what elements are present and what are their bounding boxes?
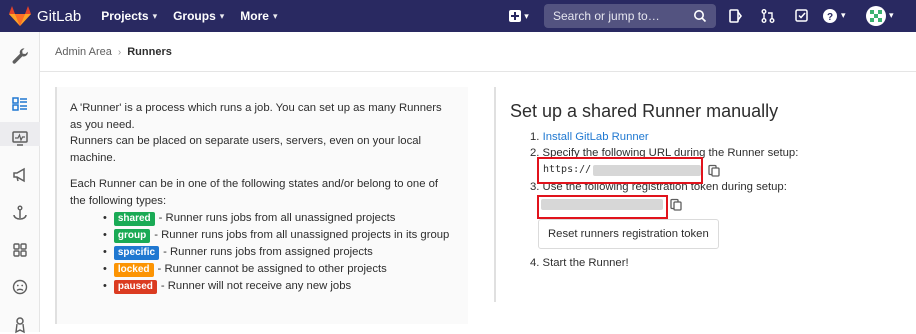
overview-icon[interactable]	[11, 95, 29, 113]
messages-icon[interactable]	[11, 166, 29, 184]
step-1-number: 1.	[530, 131, 540, 143]
list-item: locked - Runner cannot be assigned to ot…	[103, 261, 454, 278]
breadcrumb-runners[interactable]: Runners	[127, 46, 172, 58]
top-navbar: GitLab Projects ▾ Groups ▾ More ▾ ▾ Sear…	[0, 0, 916, 32]
step-1: 1. Install GitLab Runner	[530, 129, 904, 145]
chevron-down-icon: ▾	[889, 10, 894, 20]
reset-registration-token-button[interactable]: Reset runners registration token	[538, 219, 719, 249]
locked-badge: locked	[113, 262, 154, 277]
paused-badge: paused	[113, 279, 157, 294]
more-label: More	[240, 9, 269, 23]
step-4: 4. Start the Runner!	[530, 257, 629, 269]
monitoring-icon[interactable]	[11, 129, 29, 147]
chevron-down-icon: ▾	[841, 10, 846, 20]
intro-text-2: Runners can be placed on separate users,…	[70, 135, 422, 164]
list-item: shared - Runner runs jobs from all unass…	[103, 210, 454, 227]
search-input[interactable]: Search or jump to…	[544, 4, 716, 28]
new-menu[interactable]: ▾	[504, 0, 534, 32]
list-item: group - Runner runs jobs from all unassi…	[103, 227, 454, 244]
copy-url-icon[interactable]	[708, 164, 720, 177]
install-runner-link[interactable]: Install GitLab Runner	[543, 131, 649, 143]
chevron-down-icon: ▾	[152, 10, 158, 21]
search-icon	[694, 10, 707, 23]
group-badge: group	[113, 228, 151, 243]
groups-menu[interactable]: Groups ▾	[173, 9, 224, 23]
projects-label: Projects	[101, 9, 149, 23]
breadcrumb-divider	[40, 71, 916, 72]
specific-badge: specific	[113, 245, 160, 260]
copy-token-icon[interactable]	[670, 198, 682, 211]
breadcrumb: Admin Area › Runners	[55, 46, 172, 58]
chevron-down-icon: ▾	[219, 10, 225, 21]
token-highlight-box	[537, 195, 668, 219]
intro-text-1: A 'Runner' is a process which runs a job…	[70, 102, 442, 131]
chevron-down-icon: ▾	[272, 10, 278, 21]
identicon-icon	[870, 10, 882, 22]
list-item: specific - Runner runs jobs from assigne…	[103, 244, 454, 261]
url-highlight-box	[537, 157, 703, 184]
state-description: - Runner will not receive any new jobs	[160, 280, 352, 293]
list-item: paused - Runner will not receive any new…	[103, 278, 454, 295]
projects-menu[interactable]: Projects ▾	[101, 9, 157, 23]
brand-name: GitLab	[37, 7, 82, 25]
state-description: - Runner runs jobs from assigned project…	[163, 246, 373, 259]
merge-request-icon[interactable]	[760, 8, 776, 24]
more-menu[interactable]: More ▾	[240, 9, 277, 23]
state-description: - Runner cannot be assigned to other pro…	[157, 263, 387, 276]
shared-badge: shared	[113, 211, 155, 226]
runner-states-list: shared - Runner runs jobs from all unass…	[70, 210, 454, 295]
hooks-icon[interactable]	[11, 204, 29, 222]
gitlab-logo-icon	[9, 6, 31, 26]
chevron-right-icon: ›	[117, 46, 122, 58]
groups-label: Groups	[173, 9, 216, 23]
states-intro-text: Each Runner can be in one of the followi…	[70, 178, 439, 207]
help-icon[interactable]: ?	[822, 8, 838, 24]
svg-text:?: ?	[827, 12, 833, 23]
applications-icon[interactable]	[11, 241, 29, 259]
admin-sidebar	[0, 32, 40, 334]
todo-icon[interactable]	[794, 8, 810, 24]
wrench-icon[interactable]	[10, 46, 30, 66]
state-description: - Runner runs jobs from all unassigned p…	[158, 212, 396, 225]
issues-icon[interactable]	[728, 8, 744, 24]
deploy-keys-icon[interactable]	[11, 316, 29, 334]
abuse-reports-icon[interactable]	[11, 278, 29, 296]
user-avatar[interactable]	[866, 6, 886, 26]
chevron-down-icon: ▾	[524, 10, 529, 21]
runners-info-panel: A 'Runner' is a process which runs a job…	[55, 87, 468, 324]
setup-title: Set up a shared Runner manually	[510, 101, 779, 121]
gitlab-home-link[interactable]: GitLab	[9, 6, 81, 26]
plus-square-icon	[509, 10, 522, 22]
state-description: - Runner runs jobs from all unassigned p…	[154, 229, 450, 242]
breadcrumb-admin-area[interactable]: Admin Area	[55, 46, 112, 58]
search-placeholder: Search or jump to…	[553, 9, 660, 23]
